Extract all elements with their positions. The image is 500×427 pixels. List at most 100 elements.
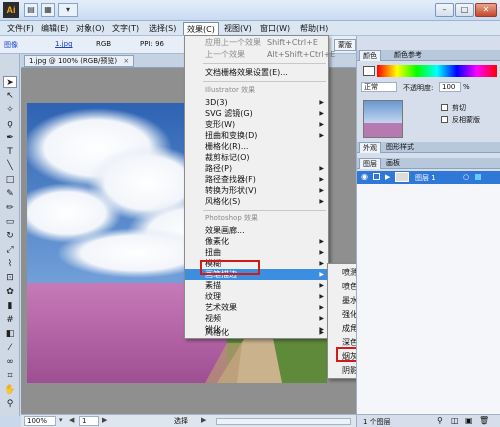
magic-wand-tool-icon[interactable]: ✧ xyxy=(3,104,17,116)
blend-tool-icon[interactable]: ∞ xyxy=(3,356,17,368)
scale-tool-icon[interactable]: ⤢ xyxy=(3,244,17,256)
paintbrush-tool-icon[interactable]: ✎ xyxy=(3,188,17,200)
status-menu-icon[interactable]: ▶ xyxy=(201,416,206,424)
layer-name[interactable]: 图层 1 xyxy=(415,173,436,183)
column-graph-tool-icon[interactable]: ▮ xyxy=(3,300,17,312)
line-tool-icon[interactable]: ╲ xyxy=(3,160,17,172)
zoom-tool-icon[interactable]: ⚲ xyxy=(3,398,17,410)
hand-tool-icon[interactable]: ✋ xyxy=(3,384,17,396)
warp-tool-icon[interactable]: ⌇ xyxy=(3,258,17,270)
submenu-arrow-icon: ▶ xyxy=(319,165,324,172)
gradient-tool-icon[interactable]: ◧ xyxy=(3,328,17,340)
layer-row[interactable]: ◉ ▶ 图层 1 ○ xyxy=(357,171,500,184)
menu-item-sketch[interactable]: 素描 ▶ xyxy=(185,280,328,291)
free-transform-tool-icon[interactable]: ⊡ xyxy=(3,272,17,284)
menu-help[interactable]: 帮助(H) xyxy=(297,22,331,35)
menu-item-3d[interactable]: 3D(3) ▶ xyxy=(185,97,328,108)
maximize-button[interactable]: □ xyxy=(455,3,474,17)
menu-type[interactable]: 文字(T) xyxy=(109,22,142,35)
color-spectrum-bar[interactable] xyxy=(377,65,497,77)
locate-object-icon[interactable]: ⚲ xyxy=(437,416,443,425)
artboard-number-field[interactable]: 1 xyxy=(79,416,99,426)
menu-item-distort[interactable]: 扭曲 ▶ xyxy=(185,247,328,258)
menu-item-stylize-illustrator[interactable]: 风格化(S) ▶ xyxy=(185,196,328,207)
menu-item-stylize-photoshop[interactable]: 风格化 ▶ xyxy=(185,327,328,338)
tab-graphic-styles[interactable]: 图形样式 xyxy=(383,142,417,153)
zoom-field[interactable]: 100% xyxy=(24,416,56,426)
status-bar: 100% ▾ ◀ 1 ▶ 选择 ▶ xyxy=(21,414,356,427)
invert-mask-checkbox[interactable] xyxy=(441,116,448,123)
object-type-label: 图像 xyxy=(4,41,18,49)
rectangle-tool-icon[interactable]: □ xyxy=(3,174,17,186)
tab-layers[interactable]: 图层 xyxy=(359,158,381,169)
selection-tool-icon[interactable]: ➤ xyxy=(3,76,17,88)
rotate-tool-icon[interactable]: ↻ xyxy=(3,230,17,242)
menu-select[interactable]: 选择(S) xyxy=(146,22,179,35)
tab-artboards[interactable]: 画板 xyxy=(383,158,403,169)
linked-file-link[interactable]: 1.jpg xyxy=(55,40,73,48)
submenu-arrow-icon: ▶ xyxy=(319,271,324,278)
lock-toggle[interactable] xyxy=(373,173,380,180)
new-layer-icon[interactable]: ▣ xyxy=(465,416,473,425)
menu-item-warp[interactable]: 变形(W) ▶ xyxy=(185,119,328,130)
bridge-icon[interactable]: ▤ xyxy=(24,3,38,17)
blend-mode-select[interactable]: 正常 xyxy=(361,82,397,92)
minimize-button[interactable]: – xyxy=(435,3,454,17)
menu-item-path[interactable]: 路径(P) ▶ xyxy=(185,163,328,174)
delete-layer-icon[interactable]: 🗑 xyxy=(479,416,489,425)
close-tab-icon[interactable]: × xyxy=(123,57,129,65)
opacity-field[interactable]: 100 xyxy=(439,82,461,92)
menu-item-svg-filters[interactable]: SVG 滤镜(G) ▶ xyxy=(185,108,328,119)
pencil-tool-icon[interactable]: ✏ xyxy=(3,202,17,214)
menu-item-apply-last-effect[interactable]: 应用上一个效果 Shift+Ctrl+E xyxy=(185,37,328,48)
layer-target-icon[interactable]: ○ xyxy=(463,173,469,181)
arrange-documents-icon[interactable]: ▦ xyxy=(41,3,55,17)
menu-item-video[interactable]: 视频 ▶ xyxy=(185,313,328,324)
horizontal-scrollbar[interactable] xyxy=(216,418,351,425)
close-button[interactable]: ✕ xyxy=(475,3,497,17)
direct-selection-tool-icon[interactable]: ↖ xyxy=(3,90,17,102)
lasso-tool-icon[interactable]: ϙ xyxy=(3,118,17,130)
menu-item-artistic[interactable]: 艺术效果 ▶ xyxy=(185,302,328,313)
menu-item-pixelate[interactable]: 像素化 ▶ xyxy=(185,236,328,247)
eyedropper-tool-icon[interactable]: ⁄ xyxy=(3,342,17,354)
menu-effect[interactable]: 效果(C) xyxy=(183,22,219,35)
menu-edit[interactable]: 编辑(E) xyxy=(38,22,71,35)
next-artboard-icon[interactable]: ▶ xyxy=(102,416,107,424)
menu-file[interactable]: 文件(F) xyxy=(4,22,37,35)
menu-item-effect-gallery[interactable]: 效果画廊... xyxy=(185,225,328,236)
menu-item-pathfinder[interactable]: 路径查找器(F) ▶ xyxy=(185,174,328,185)
opacity-unit: % xyxy=(463,83,470,91)
menu-item-convert-to-shape[interactable]: 转换为形状(V) ▶ xyxy=(185,185,328,196)
menu-window[interactable]: 窗口(W) xyxy=(257,22,293,35)
workspace-dropdown-icon[interactable]: ▾ xyxy=(58,3,78,17)
menu-item-distort-transform[interactable]: 扭曲和变换(D) ▶ xyxy=(185,130,328,141)
clip-checkbox[interactable] xyxy=(441,104,448,111)
menu-item-crop-marks[interactable]: 裁剪标记(O) xyxy=(185,152,328,163)
first-artboard-icon[interactable]: ◀ xyxy=(69,416,74,424)
pen-tool-icon[interactable]: ✒ xyxy=(3,132,17,144)
menu-view[interactable]: 视图(V) xyxy=(221,22,255,35)
menu-item-rasterize[interactable]: 栅格化(R)... xyxy=(185,141,328,152)
submenu-arrow-icon: ▶ xyxy=(319,176,324,183)
make-clipping-mask-icon[interactable]: ◫ xyxy=(451,416,459,425)
menu-object[interactable]: 对象(O) xyxy=(73,22,108,35)
mesh-tool-icon[interactable]: # xyxy=(3,314,17,326)
menu-item-texture[interactable]: 纹理 ▶ xyxy=(185,291,328,302)
expand-arrow-icon[interactable]: ▶ xyxy=(385,173,390,181)
eraser-tool-icon[interactable]: ▭ xyxy=(3,216,17,228)
document-tab[interactable]: 1.jpg @ 100% (RGB/预览) × xyxy=(24,55,135,67)
artboard-tool-icon[interactable]: ⌗ xyxy=(3,370,17,382)
visibility-eye-icon[interactable]: ◉ xyxy=(361,172,368,181)
layers-panel-footer: 1 个图层 ⚲ ◫ ▣ 🗑 xyxy=(357,414,500,427)
symbol-sprayer-tool-icon[interactable]: ✿ xyxy=(3,286,17,298)
tab-color[interactable]: 颜色 xyxy=(359,50,381,61)
mask-button[interactable]: 蒙版 xyxy=(334,39,356,51)
fill-swatch[interactable] xyxy=(363,66,375,76)
menu-item-last-effect[interactable]: 上一个效果 Alt+Shift+Ctrl+E xyxy=(185,49,335,60)
tab-color-guide[interactable]: 颜色参考 xyxy=(391,50,425,61)
zoom-dropdown-icon[interactable]: ▾ xyxy=(59,416,63,424)
menu-item-document-raster-settings[interactable]: 文档栅格效果设置(E)... xyxy=(185,67,328,78)
type-tool-icon[interactable]: T xyxy=(3,146,17,158)
tab-appearance[interactable]: 外观 xyxy=(359,142,381,153)
